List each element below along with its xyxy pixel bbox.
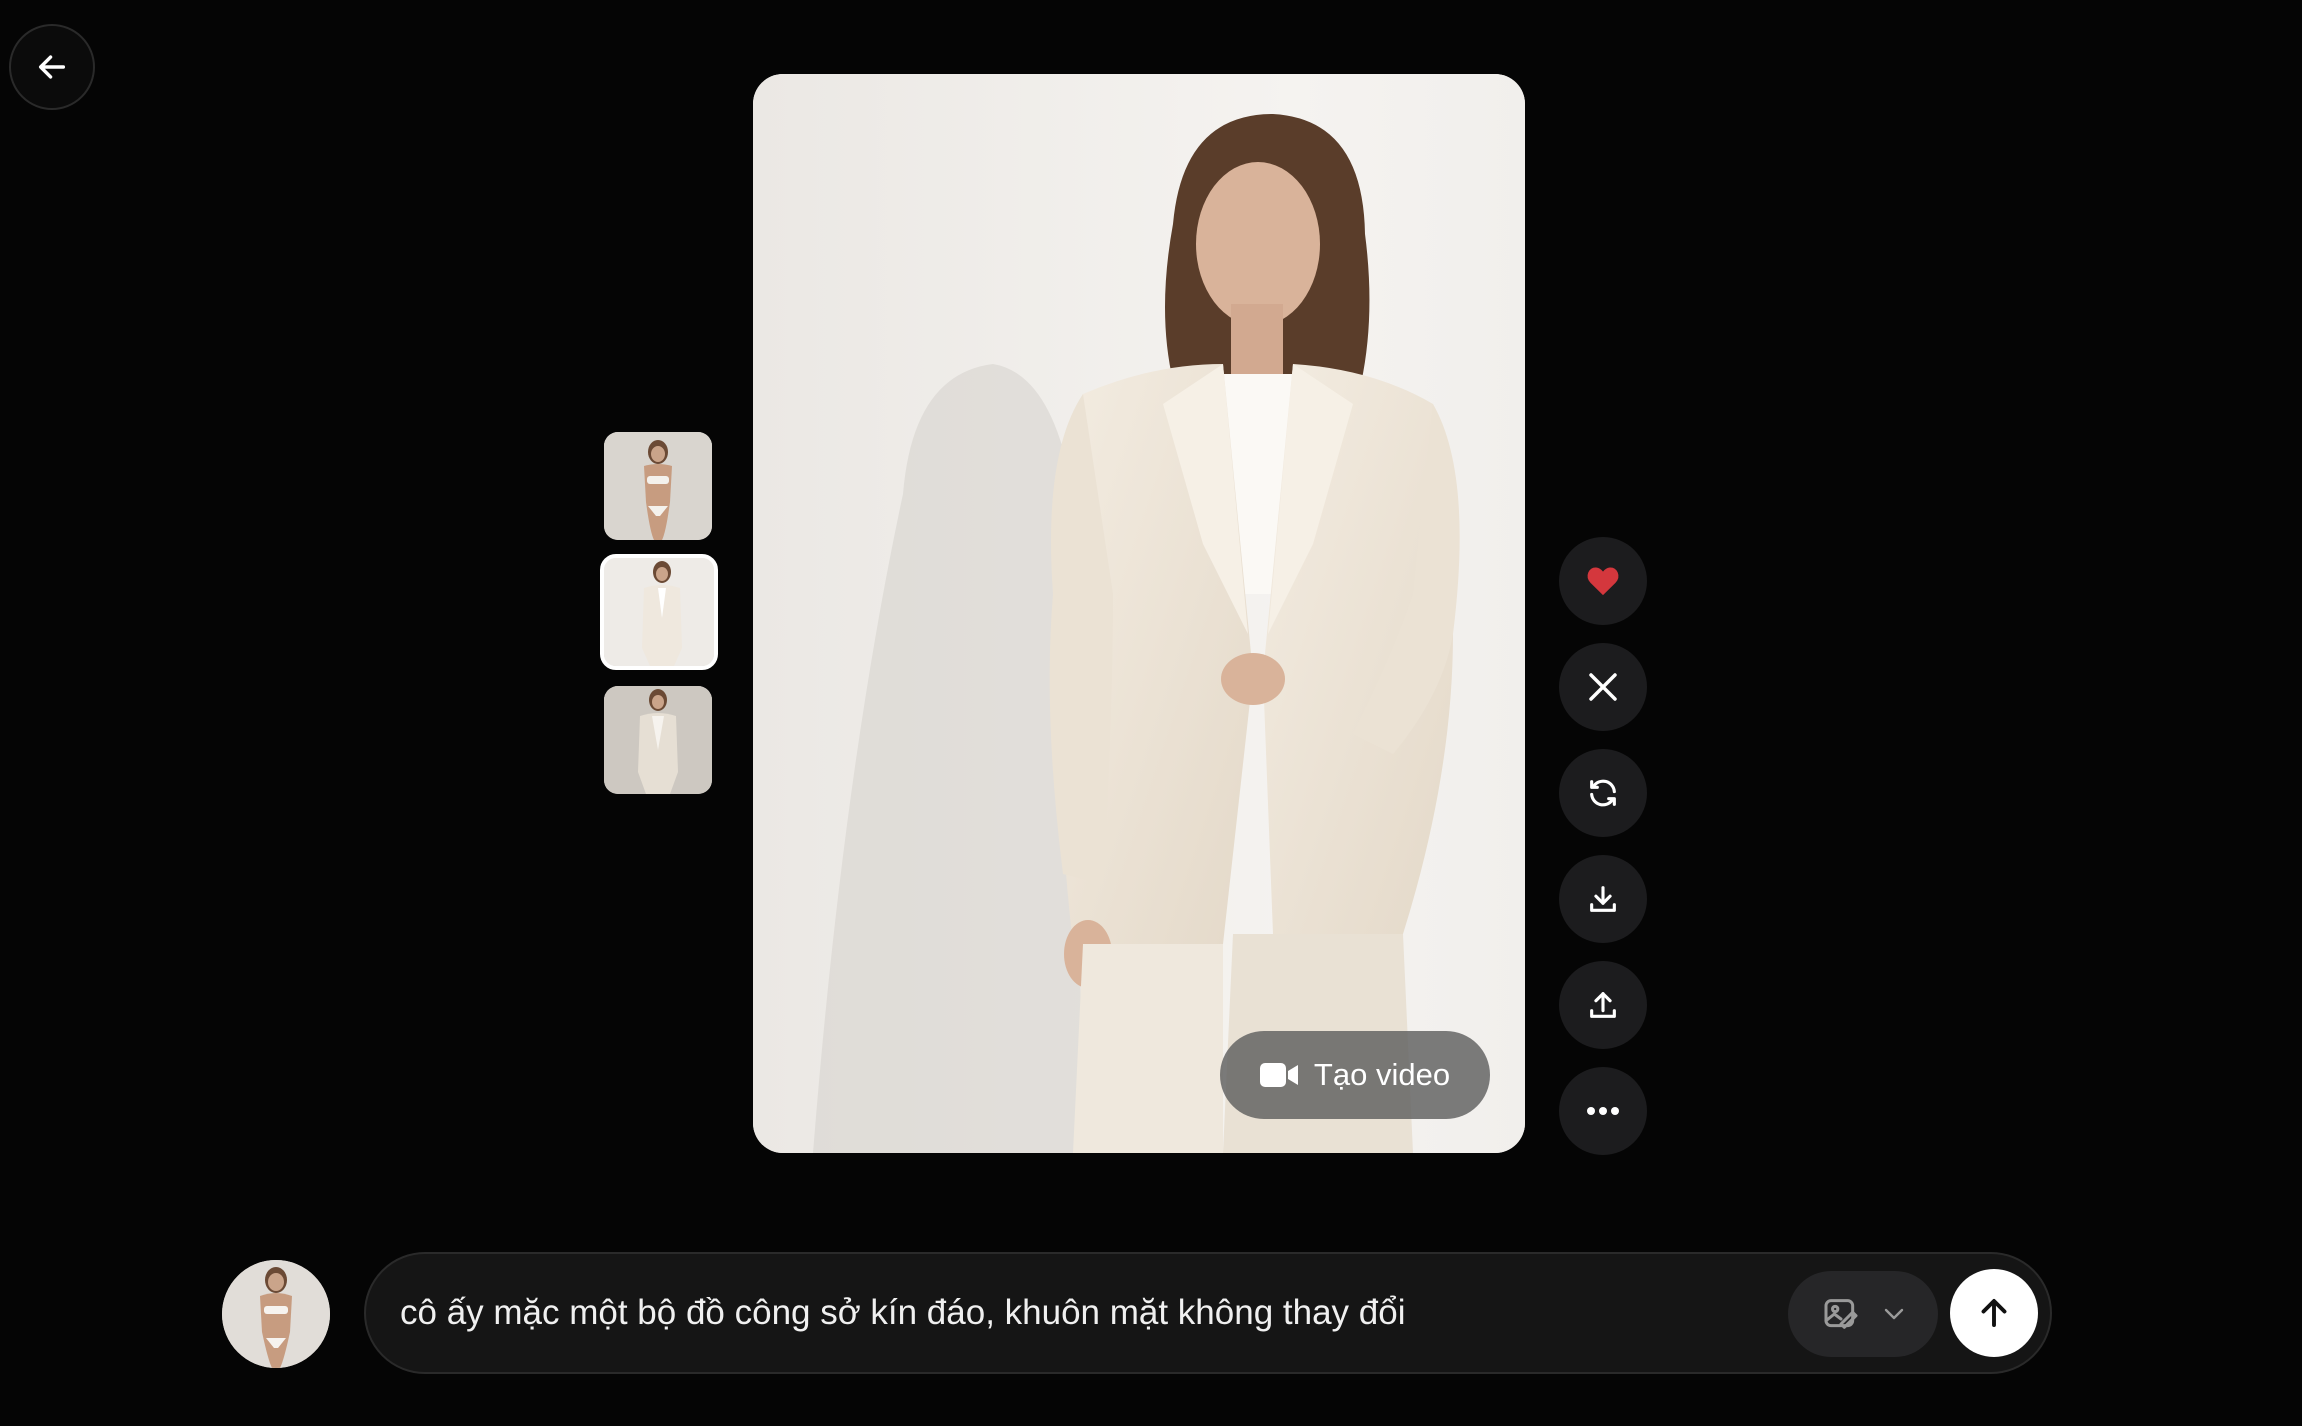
submit-button[interactable] [1950, 1269, 2038, 1357]
x-logo-icon [1589, 673, 1617, 701]
more-button[interactable] [1559, 1067, 1647, 1155]
main-image-viewer: Tạo video [753, 74, 1525, 1153]
share-x-button[interactable] [1559, 643, 1647, 731]
create-video-button[interactable]: Tạo video [1220, 1031, 1490, 1119]
source-image [222, 1260, 330, 1368]
image-mode-selector[interactable] [1788, 1271, 1938, 1357]
thumbnail-3-image [604, 686, 712, 794]
like-button[interactable] [1559, 537, 1647, 625]
upload-button[interactable] [1559, 961, 1647, 1049]
thumbnail-3[interactable] [604, 686, 712, 794]
source-image-avatar[interactable] [222, 1260, 330, 1368]
heart-icon [1587, 567, 1619, 596]
arrow-left-icon [38, 55, 66, 79]
thumbnail-2[interactable] [600, 554, 718, 670]
prompt-bar: cô ấy mặc một bộ đồ công sở kín đáo, khu… [364, 1252, 2052, 1374]
upload-icon [1590, 992, 1616, 1018]
image-edit-icon [1824, 1299, 1858, 1329]
download-icon [1590, 886, 1616, 912]
video-camera-icon [1259, 1063, 1298, 1087]
prompt-input[interactable]: cô ấy mặc một bộ đồ công sở kín đáo, khu… [400, 1254, 1405, 1372]
regenerate-button[interactable] [1559, 749, 1647, 837]
create-video-label: Tạo video [1313, 1057, 1451, 1092]
chevron-down-icon [1884, 1308, 1904, 1320]
thumbnail-1-image [604, 432, 712, 540]
generated-image [753, 74, 1525, 1153]
back-button[interactable] [9, 24, 95, 110]
arrow-up-icon [1981, 1299, 2007, 1327]
refresh-icon [1590, 779, 1616, 807]
thumbnail-2-image [604, 558, 714, 666]
more-horizontal-icon [1587, 1107, 1619, 1115]
thumbnail-1[interactable] [604, 432, 712, 540]
download-button[interactable] [1559, 855, 1647, 943]
